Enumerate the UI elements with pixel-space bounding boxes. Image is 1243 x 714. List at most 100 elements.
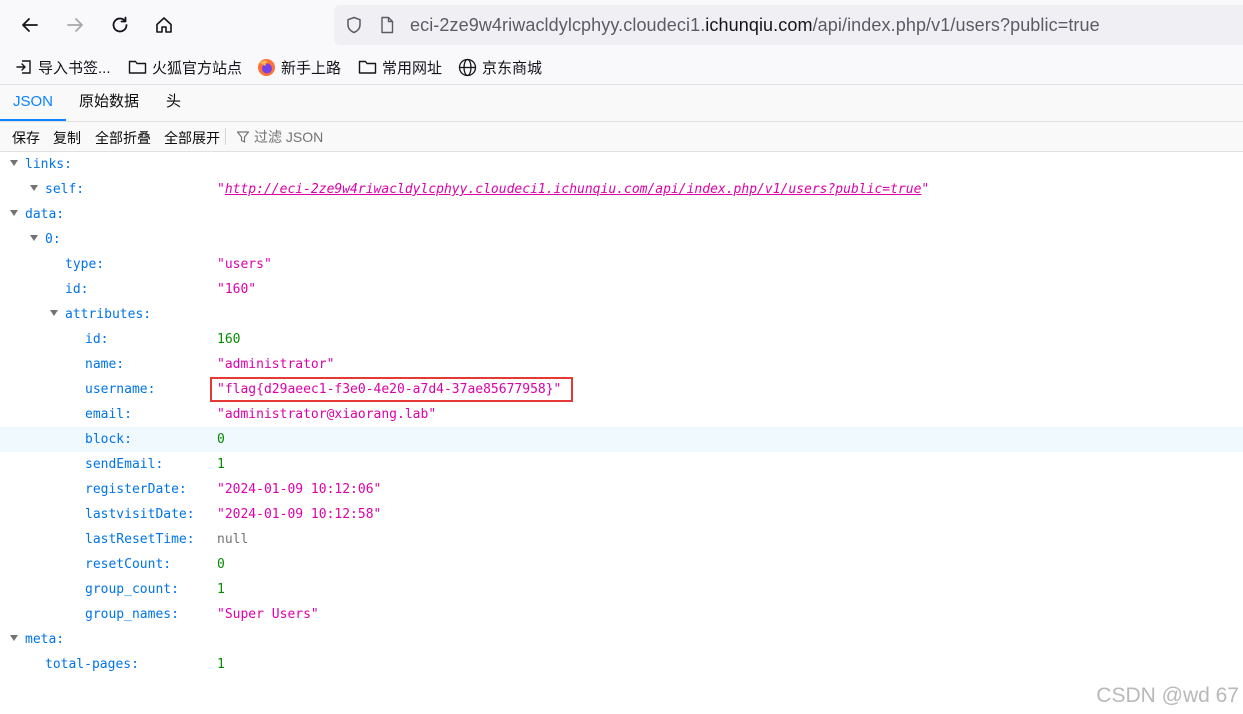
json-value: 160 [217, 332, 241, 347]
json-value: 0 [217, 557, 225, 572]
json-link-value[interactable]: "http://eci-2ze9w4riwacldylcphyy.cloudec… [217, 182, 929, 197]
globe-icon [458, 58, 477, 77]
json-key: type: [65, 257, 105, 272]
folder-icon [128, 58, 147, 76]
json-value: 1 [217, 657, 225, 672]
collapse-all-button[interactable]: 全部折叠 [95, 128, 151, 148]
reload-button[interactable] [103, 8, 137, 42]
json-key: total-pages: [45, 657, 139, 672]
tab-headers[interactable]: 头 [166, 85, 181, 121]
home-button[interactable] [147, 8, 181, 42]
bookmarks-bar: 导入书签... 火狐官方站点 新手上路 常用网址 京东商城 [0, 50, 1243, 85]
json-value: 1 [217, 582, 225, 597]
tree-row-attr[interactable]: group_count: 1 [0, 577, 1243, 602]
copy-button[interactable]: 复制 [53, 128, 81, 148]
tree-row-attr[interactable]: email: "administrator@xiaorang.lab" [0, 402, 1243, 427]
tree-row-attr[interactable]: resetCount: 0 [0, 552, 1243, 577]
tree-row-total-pages[interactable]: total-pages: 1 [0, 652, 1243, 677]
bookmark-firefox-site[interactable]: 火狐官方站点 [128, 56, 242, 78]
json-value: "users" [217, 257, 272, 272]
json-key: name: [85, 357, 125, 372]
collapse-arrow-icon[interactable] [30, 185, 38, 191]
json-key: email: [85, 407, 132, 422]
watermark: CSDN @wd 67 [1096, 684, 1239, 707]
filter-json-input[interactable]: 过滤 JSON [236, 127, 323, 147]
tree-row-attributes[interactable]: attributes: [0, 302, 1243, 327]
bookmark-label: 常用网址 [382, 59, 443, 77]
forward-button[interactable] [58, 8, 92, 42]
bookmark-import[interactable]: 导入书签... [15, 56, 111, 78]
bookmark-label: 京东商城 [482, 59, 543, 77]
shield-icon[interactable] [345, 16, 363, 34]
json-value: "administrator@xiaorang.lab" [217, 407, 437, 422]
json-key: sendEmail: [85, 457, 164, 472]
json-key: block: [85, 432, 132, 447]
save-button[interactable]: 保存 [12, 128, 40, 148]
tree-row-attr[interactable]: group_names: "Super Users" [0, 602, 1243, 627]
tree-row-attr[interactable]: registerDate: "2024-01-09 10:12:06" [0, 477, 1243, 502]
tree-row-self[interactable]: self: "http://eci-2ze9w4riwacldylcphyy.c… [0, 177, 1243, 202]
tree-row-attr[interactable]: block: 0 [0, 427, 1243, 452]
arrow-left-icon [22, 18, 38, 32]
tree-row-attr[interactable]: lastResetTime: null [0, 527, 1243, 552]
json-value: 1 [217, 457, 225, 472]
toolbar-divider [225, 128, 226, 145]
collapse-arrow-icon[interactable] [10, 160, 18, 166]
filter-placeholder: 过滤 JSON [254, 129, 324, 145]
url-host: ichunqiu.com [705, 15, 813, 35]
tree-row-links[interactable]: links: [0, 152, 1243, 177]
tree-row-attr[interactable]: name: "administrator" [0, 352, 1243, 377]
bookmark-common-sites[interactable]: 常用网址 [358, 56, 442, 78]
tree-row-attr[interactable]: username: "flag{d29aeec1-f3e0-4e20-a7d4-… [0, 377, 1243, 402]
page-icon[interactable] [378, 16, 396, 34]
collapse-arrow-icon[interactable] [50, 310, 58, 316]
json-value: "administrator" [217, 357, 335, 372]
url-path: /api/index.php/v1/users?public=true [812, 15, 1100, 35]
bookmark-label: 火狐官方站点 [152, 59, 243, 77]
tree-row-meta[interactable]: meta: [0, 627, 1243, 652]
json-key: meta: [25, 632, 65, 647]
json-value: "Super Users" [217, 607, 319, 622]
json-key: attributes: [65, 307, 152, 322]
json-key: id: [85, 332, 109, 347]
collapse-arrow-icon[interactable] [30, 235, 38, 241]
url-prefix: eci-2ze9w4riwacldylcphyy.cloudeci1. [410, 15, 706, 35]
bookmark-getting-started[interactable]: 新手上路 [257, 56, 341, 78]
json-key: registerDate: [85, 482, 187, 497]
collapse-arrow-icon[interactable] [10, 635, 18, 641]
filter-icon [236, 130, 250, 144]
expand-all-button[interactable]: 全部展开 [164, 128, 220, 148]
tree-row-item-0[interactable]: 0: [0, 227, 1243, 252]
address-bar[interactable]: eci-2ze9w4riwacldylcphyy.cloudeci1.ichun… [334, 5, 1243, 45]
json-toolbar: 保存 复制 全部折叠 全部展开 过滤 JSON [0, 122, 1243, 152]
json-key: resetCount: [85, 557, 172, 572]
collapse-arrow-icon[interactable] [10, 210, 18, 216]
json-key: links: [25, 157, 72, 172]
json-key: username: [85, 382, 156, 397]
tree-row-type[interactable]: type: "users" [0, 252, 1243, 277]
back-button[interactable] [13, 8, 47, 42]
json-key: data: [25, 207, 65, 222]
json-value: 0 [217, 432, 225, 447]
viewer-tabs: JSON 原始数据 头 [0, 85, 1243, 122]
bookmark-label: 新手上路 [281, 59, 342, 77]
tree-row-attr[interactable]: lastvisitDate: "2024-01-09 10:12:58" [0, 502, 1243, 527]
self-link[interactable]: http://eci-2ze9w4riwacldylcphyy.cloudeci… [225, 182, 922, 197]
folder-icon [358, 58, 377, 76]
tree-row-id[interactable]: id: "160" [0, 277, 1243, 302]
url-text[interactable]: eci-2ze9w4riwacldylcphyy.cloudeci1.ichun… [410, 15, 1100, 36]
tab-json[interactable]: JSON [0, 85, 67, 121]
json-key: lastResetTime: [85, 532, 195, 547]
tree-row-attr[interactable]: sendEmail: 1 [0, 452, 1243, 477]
json-value: null [217, 532, 249, 547]
tree-row-data[interactable]: data: [0, 202, 1243, 227]
home-icon [156, 17, 172, 33]
json-key: group_names: [85, 607, 179, 622]
json-key: group_count: [85, 582, 179, 597]
json-key: lastvisitDate: [85, 507, 195, 522]
bookmark-jd[interactable]: 京东商城 [458, 56, 542, 78]
reload-icon [112, 16, 128, 33]
tree-row-attr[interactable]: id: 160 [0, 327, 1243, 352]
tab-raw-data[interactable]: 原始数据 [79, 85, 139, 121]
arrow-right-icon [67, 18, 83, 32]
